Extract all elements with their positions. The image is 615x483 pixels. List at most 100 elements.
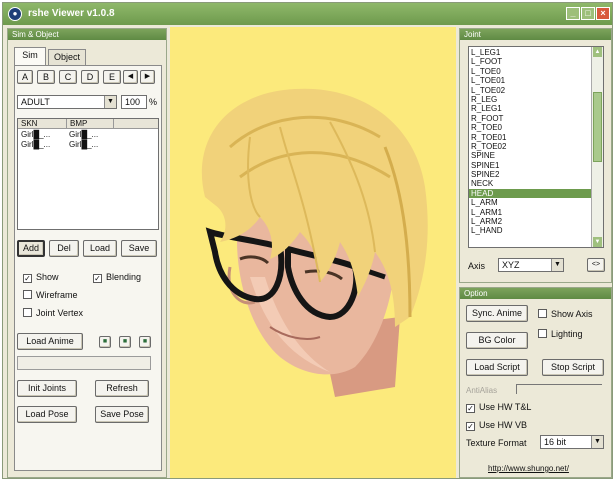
blending-checkbox[interactable]: ✓ Blending: [93, 272, 141, 283]
save-pose-button[interactable]: Save Pose: [95, 406, 149, 423]
letter-tab-c[interactable]: C: [59, 70, 77, 84]
panel-header: Joint: [460, 29, 611, 40]
use-hw-vb-checkbox[interactable]: ✓ Use HW VB: [466, 420, 527, 431]
chevron-down-icon: ▼: [591, 436, 603, 448]
lighting-label: Lighting: [551, 329, 583, 339]
stop-icon[interactable]: ■: [119, 336, 131, 348]
joint-list-scrollbar[interactable]: ▲ ▼: [591, 47, 603, 247]
joint-list-item[interactable]: L_LEG1: [469, 48, 591, 57]
scroll-up-icon[interactable]: ▲: [593, 47, 602, 57]
load-script-button[interactable]: Load Script: [466, 359, 528, 376]
joint-list-item[interactable]: SPINE: [469, 151, 591, 160]
joint-list-item[interactable]: R_TOE0: [469, 123, 591, 132]
wireframe-checkbox[interactable]: Wireframe: [23, 290, 78, 300]
sim-object-panel: Sim & Object Sim Object A B C D E ◀ ▶ AD…: [7, 28, 167, 478]
scroll-thumb[interactable]: [593, 92, 602, 162]
joint-list-item[interactable]: SPINE2: [469, 170, 591, 179]
antialias-slider[interactable]: [516, 384, 602, 394]
use-hw-tl-label: Use HW T&L: [479, 402, 532, 412]
nav-next-icon[interactable]: ▶: [140, 70, 155, 84]
texture-format-value: 16 bit: [544, 437, 567, 447]
texture-format-select[interactable]: 16 bit ▼: [540, 435, 604, 449]
joint-vertex-label: Joint Vertex: [36, 308, 84, 318]
letter-tab-e[interactable]: E: [103, 70, 121, 84]
checkmark-icon: ✓: [93, 274, 102, 283]
letter-tab-b[interactable]: B: [37, 70, 55, 84]
refresh-button[interactable]: Refresh: [95, 380, 149, 397]
tab-content: A B C D E ◀ ▶ ADULT ▼ 100 % SKN BMP Girl…: [14, 65, 162, 471]
pause-icon[interactable]: ■: [139, 336, 151, 348]
bg-color-button[interactable]: BG Color: [466, 332, 528, 349]
joint-list-item[interactable]: L_ARM2: [469, 217, 591, 226]
blending-label: Blending: [106, 272, 142, 282]
joint-list-item[interactable]: L_HAND: [469, 226, 591, 235]
joint-list-item[interactable]: L_TOE0: [469, 67, 591, 76]
character-head-render: [201, 88, 428, 397]
letter-tab-d[interactable]: D: [81, 70, 99, 84]
scale-input[interactable]: 100: [121, 95, 147, 109]
joint-list-item[interactable]: L_FOOT: [469, 57, 591, 66]
table-row[interactable]: Girl█_... Girl█_...: [21, 130, 98, 139]
show-axis-checkbox[interactable]: Show Axis: [538, 309, 593, 319]
chevron-down-icon: ▼: [104, 96, 116, 108]
joint-list-item[interactable]: L_TOE01: [469, 76, 591, 85]
column-divider: [113, 119, 114, 129]
show-checkbox[interactable]: ✓ Show: [23, 272, 59, 283]
show-axis-label: Show Axis: [551, 309, 593, 319]
title-bar[interactable]: ● rshe Viewer v1.0.8 _ □ ×: [3, 3, 612, 25]
nav-prev-icon[interactable]: ◀: [123, 70, 138, 84]
texture-table[interactable]: SKN BMP Girl█_... Girl█_... Girl█_... Gi…: [17, 118, 159, 230]
axis-reset-button[interactable]: <>: [587, 258, 605, 272]
init-joints-button[interactable]: Init Joints: [17, 380, 77, 397]
scroll-down-icon[interactable]: ▼: [593, 237, 602, 247]
del-button[interactable]: Del: [49, 240, 79, 257]
load-pose-button[interactable]: Load Pose: [17, 406, 77, 423]
window-title: rshe Viewer v1.0.8: [28, 8, 115, 19]
load-button[interactable]: Load: [83, 240, 117, 257]
wireframe-label: Wireframe: [36, 290, 78, 300]
tab-sim[interactable]: Sim: [14, 47, 46, 65]
joint-list-item[interactable]: SPINE1: [469, 161, 591, 170]
show-label: Show: [36, 272, 59, 282]
joint-list-item[interactable]: R_LEG1: [469, 104, 591, 113]
joint-list-item[interactable]: L_ARM: [469, 198, 591, 207]
joint-list-item[interactable]: L_TOE02: [469, 86, 591, 95]
texture-format-label: Texture Format: [466, 438, 527, 448]
use-hw-vb-label: Use HW VB: [479, 420, 528, 430]
maximize-icon[interactable]: □: [581, 7, 595, 20]
joint-list-item[interactable]: R_FOOT: [469, 114, 591, 123]
joint-list-item[interactable]: R_TOE02: [469, 142, 591, 151]
add-button[interactable]: Add: [17, 240, 45, 257]
stop-script-button[interactable]: Stop Script: [542, 359, 604, 376]
joint-list-item[interactable]: NECK: [469, 179, 591, 188]
table-row[interactable]: Girl█_... Girl█_...: [21, 140, 98, 149]
joint-vertex-checkbox[interactable]: Joint Vertex: [23, 308, 83, 318]
axis-select-value: XYZ: [502, 260, 520, 270]
checkbox-empty: [23, 290, 32, 299]
axis-select[interactable]: XYZ ▼: [498, 258, 564, 272]
3d-viewport[interactable]: [170, 27, 456, 478]
animation-progress[interactable]: [17, 356, 151, 370]
checkbox-empty: [538, 309, 547, 318]
close-icon[interactable]: ×: [596, 7, 610, 20]
website-link[interactable]: http://www.shungo.net/: [488, 464, 569, 473]
joint-list[interactable]: L_LEG1 L_FOOT L_TOE0 L_TOE01 L_TOE02 R_LEG R_L…: [468, 46, 604, 248]
checkmark-icon: ✓: [23, 274, 32, 283]
joint-list-item[interactable]: L_ARM1: [469, 208, 591, 217]
tab-object[interactable]: Object: [48, 49, 86, 65]
joint-list-item[interactable]: HEAD: [469, 188, 591, 199]
lighting-checkbox[interactable]: Lighting: [538, 329, 583, 339]
sync-anime-button[interactable]: Sync. Anime: [466, 305, 528, 322]
play-icon[interactable]: ■: [99, 336, 111, 348]
joint-panel: Joint L_LEG1 L_FOOT L_TOE0 L_TOE01 L_TOE02 R_…: [459, 28, 612, 283]
save-button[interactable]: Save: [121, 240, 157, 257]
joint-list-item[interactable]: R_TOE01: [469, 133, 591, 142]
age-select-value: ADULT: [21, 97, 50, 107]
age-select[interactable]: ADULT ▼: [17, 95, 117, 109]
joint-list-item[interactable]: R_LEG: [469, 95, 591, 104]
load-anime-button[interactable]: Load Anime: [17, 333, 83, 350]
use-hw-tl-checkbox[interactable]: ✓ Use HW T&L: [466, 402, 531, 413]
panel-header: Option: [460, 288, 611, 299]
letter-tab-a[interactable]: A: [17, 70, 33, 84]
minimize-icon[interactable]: _: [566, 7, 580, 20]
